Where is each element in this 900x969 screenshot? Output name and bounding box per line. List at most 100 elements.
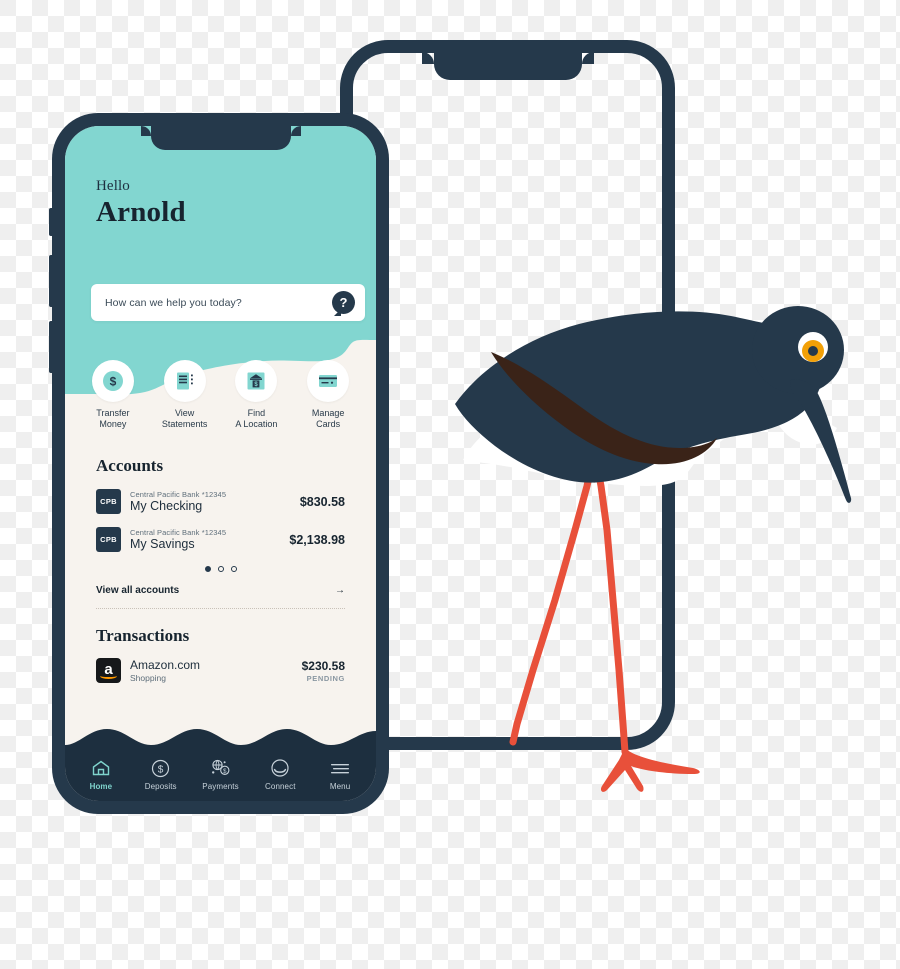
- document-lines-icon: [176, 372, 193, 390]
- bank-building-icon: $: [247, 372, 265, 390]
- house-icon: [92, 760, 110, 776]
- carousel-dot-2[interactable]: [217, 566, 224, 572]
- cpb-logo-icon: CPB: [96, 527, 121, 552]
- quick-action-label: View Statements: [154, 408, 216, 430]
- nav-label-connect: Connect: [265, 782, 296, 791]
- account-balance: $830.58: [299, 494, 345, 509]
- background-phone-notch: [421, 52, 594, 80]
- quick-action-circle: $: [91, 360, 134, 402]
- quick-action-view-statements[interactable]: View Statements: [154, 360, 216, 430]
- nav-item-menu[interactable]: Menu: [312, 758, 368, 791]
- svg-text:$: $: [158, 764, 164, 775]
- phone-mute-switch: [49, 208, 53, 236]
- view-all-accounts-label: View all accounts: [96, 585, 180, 596]
- view-all-accounts-link[interactable]: View all accounts →: [96, 585, 345, 596]
- accounts-section-title: Accounts: [96, 456, 164, 475]
- nav-icon-wrap: [312, 758, 368, 778]
- phone-screen: Hello Arnold How can we help you today? …: [65, 126, 376, 801]
- nav-item-home[interactable]: Home: [73, 758, 129, 791]
- nav-label-home: Home: [89, 782, 113, 791]
- amazon-smile-icon: [100, 673, 117, 679]
- quick-action-label-line2: Statements: [161, 419, 208, 429]
- arrow-right-icon: →: [335, 585, 345, 596]
- nav-item-payments[interactable]: $ Payments: [192, 758, 248, 791]
- hawaiian-stilt-bird-illustration: [455, 306, 852, 792]
- credit-card-icon: [319, 375, 338, 387]
- quick-action-find-a-location[interactable]: $ Find A Location: [225, 360, 287, 430]
- greeting-hello: Hello: [96, 178, 130, 194]
- quick-action-label: Find A Location: [225, 408, 287, 430]
- quick-action-label-line1: Manage: [311, 408, 345, 418]
- carousel-dot-1[interactable]: [204, 566, 211, 572]
- transaction-amount-block: $230.58 PENDING: [302, 659, 345, 683]
- screen-content: Accounts CPB Central Pacific Bank *12345…: [65, 456, 376, 683]
- quick-action-label-line2: Money: [99, 419, 127, 429]
- nav-item-deposits[interactable]: $ Deposits: [133, 758, 189, 791]
- nav-item-connect[interactable]: Connect: [252, 758, 308, 791]
- cpb-logo-text: CPB: [100, 497, 117, 506]
- quick-action-label-line2: A Location: [235, 419, 278, 429]
- account-bank-name: Central Pacific Bank *12345: [130, 527, 227, 537]
- quick-action-circle: [307, 360, 350, 402]
- transaction-text-block: Amazon.com Shopping: [130, 658, 302, 683]
- bottom-navigation-bar: Home $ Deposits $ Payments Connect Menu: [65, 725, 376, 801]
- account-nickname: My Checking: [130, 499, 203, 514]
- nav-label-payments: Payments: [202, 782, 239, 791]
- accounts-carousel-pager[interactable]: [96, 566, 345, 572]
- nav-icon-wrap: $: [192, 758, 248, 778]
- transaction-merchant: Amazon.com: [130, 658, 201, 672]
- transaction-row-amazon[interactable]: a Amazon.com Shopping $230.58 PENDING: [96, 658, 345, 683]
- cpb-logo-text: CPB: [100, 535, 117, 544]
- transactions-section: Transactions a Amazon.com Shopping $230.…: [96, 626, 345, 683]
- account-nickname: My Savings: [130, 537, 195, 552]
- bottom-nav-items: Home $ Deposits $ Payments Connect Menu: [65, 758, 376, 791]
- bird-foot: [600, 748, 700, 792]
- transactions-section-title: Transactions: [96, 626, 190, 645]
- nav-icon-wrap: [252, 758, 308, 778]
- bird-eye-pupil: [808, 346, 818, 356]
- hamburger-menu-icon: [331, 764, 350, 774]
- foreground-phone: Hello Arnold How can we help you today? …: [49, 113, 389, 814]
- screenshot-canvas: Hello Arnold How can we help you today? …: [0, 0, 900, 969]
- nav-label-menu: Menu: [329, 782, 351, 791]
- account-text-block: Central Pacific Bank *12345 My Savings: [130, 528, 289, 552]
- help-button-glyph: ?: [339, 295, 348, 310]
- dollar-circle-icon: $: [102, 371, 123, 391]
- help-search-input[interactable]: How can we help you today?: [105, 297, 332, 309]
- phone-screen-notch: [140, 126, 301, 150]
- quick-action-label-line2: Cards: [316, 419, 341, 429]
- quick-action-label: Transfer Money: [82, 408, 144, 430]
- quick-actions-row: $ Transfer Money View Statements $ Find …: [65, 360, 376, 430]
- quick-action-label-line1: View: [174, 408, 195, 418]
- nav-label-deposits: Deposits: [144, 782, 177, 791]
- dollar-circle-outline-icon: $: [152, 759, 170, 777]
- amazon-logo-icon: a: [96, 658, 121, 683]
- quick-action-label: Manage Cards: [297, 408, 359, 430]
- connect-swoosh-icon: [271, 759, 289, 777]
- transaction-category: Shopping: [130, 673, 166, 683]
- bird-leg-back: [509, 444, 609, 746]
- help-search-bar[interactable]: How can we help you today? ?: [91, 284, 365, 321]
- account-bank-name: Central Pacific Bank *12345: [130, 489, 227, 499]
- account-balance: $2,138.98: [289, 532, 345, 547]
- cpb-logo-icon: CPB: [96, 489, 121, 514]
- transaction-status-badge: PENDING: [306, 673, 345, 683]
- quick-action-transfer-money[interactable]: $ Transfer Money: [82, 360, 144, 430]
- phone-volume-down-button: [49, 321, 53, 373]
- quick-action-manage-cards[interactable]: Manage Cards: [297, 360, 359, 430]
- transaction-amount: $230.58: [301, 658, 345, 673]
- greeting-user-name: Arnold: [96, 196, 186, 228]
- account-row-checking[interactable]: CPB Central Pacific Bank *12345 My Check…: [96, 489, 345, 514]
- globe-payment-icon: $: [211, 759, 230, 775]
- question-speech-bubble-icon[interactable]: ?: [332, 291, 355, 314]
- section-divider: [96, 608, 345, 609]
- account-row-savings[interactable]: CPB Central Pacific Bank *12345 My Savin…: [96, 527, 345, 552]
- quick-action-label-line1: Transfer: [96, 408, 130, 418]
- phone-volume-up-button: [49, 255, 53, 307]
- nav-icon-wrap: [73, 758, 129, 778]
- nav-icon-wrap: $: [133, 758, 189, 778]
- carousel-dot-3[interactable]: [230, 566, 237, 572]
- account-text-block: Central Pacific Bank *12345 My Checking: [130, 490, 300, 514]
- quick-action-label-line1: Find: [247, 408, 266, 418]
- bird-leg-front: [593, 442, 629, 756]
